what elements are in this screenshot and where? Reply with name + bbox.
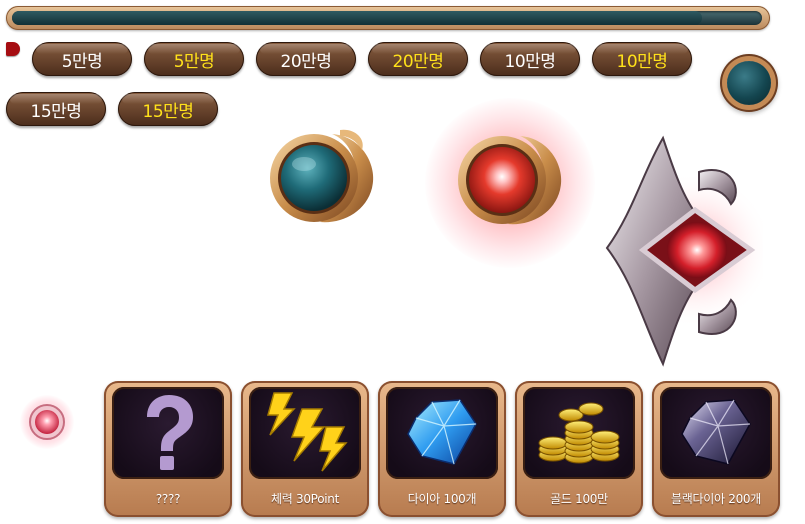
reward-button-label: 20만명	[392, 51, 444, 72]
reward-button-50k-premium[interactable]: 5만명	[144, 42, 244, 76]
reward-button-200k-normal[interactable]: 20만명	[256, 42, 356, 76]
small-teal-orb-icon	[727, 61, 771, 105]
black-diamond-icon	[681, 399, 751, 465]
progress-fill	[12, 11, 702, 25]
gold-coins-icon	[538, 402, 620, 464]
red-marker-icon	[6, 42, 20, 56]
reward-card-label: 다이아 100개	[407, 491, 477, 506]
reward-card-image	[112, 387, 224, 479]
question-mark-icon	[147, 395, 193, 470]
reward-card-image	[660, 387, 772, 479]
reward-button-label: 15만명	[30, 101, 82, 122]
reward-button-label: 10만명	[616, 51, 668, 72]
reward-button-200k-premium[interactable]: 20만명	[368, 42, 468, 76]
reward-card-label: 체력 30Point	[271, 491, 339, 506]
reward-card-label: ????	[155, 491, 181, 506]
lightning-icon	[267, 392, 348, 472]
reward-button-label: 5만명	[173, 51, 215, 72]
reward-card-label: 골드 100만	[550, 491, 608, 506]
reward-card-label: 블랙다이아 200개	[671, 491, 761, 506]
reward-button-label: 10만명	[504, 51, 556, 72]
reward-card-diamond[interactable]: 다이아 100개	[378, 381, 506, 517]
progress-bar	[6, 6, 770, 30]
reward-card-image	[249, 387, 361, 479]
reward-button-50k-normal[interactable]: 5만명	[32, 42, 132, 76]
reward-card-black-diamond[interactable]: 블랙다이아 200개	[652, 381, 780, 517]
reward-button-150k-premium[interactable]: 15만명	[118, 92, 218, 126]
blue-diamond-icon	[407, 399, 477, 465]
reward-card-mystery[interactable]: ????	[104, 381, 232, 517]
reward-button-label: 5만명	[61, 51, 103, 72]
reward-card-stamina[interactable]: 체력 30Point	[241, 381, 369, 517]
pink-orb-icon	[29, 404, 65, 440]
reward-button-label: 15만명	[142, 101, 194, 122]
reward-button-150k-normal[interactable]: 15만명	[6, 92, 106, 126]
reward-button-label: 20만명	[280, 51, 332, 72]
progress-track	[12, 11, 762, 25]
reward-button-100k-premium[interactable]: 10만명	[592, 42, 692, 76]
reward-card-image	[386, 387, 498, 479]
red-orb-icon	[458, 136, 562, 225]
reward-card-gold[interactable]: 골드 100만	[515, 381, 643, 517]
teal-orb-icon	[270, 129, 374, 223]
red-emblem-icon	[605, 135, 763, 367]
reward-card-image	[523, 387, 635, 479]
reward-button-100k-normal[interactable]: 10만명	[480, 42, 580, 76]
